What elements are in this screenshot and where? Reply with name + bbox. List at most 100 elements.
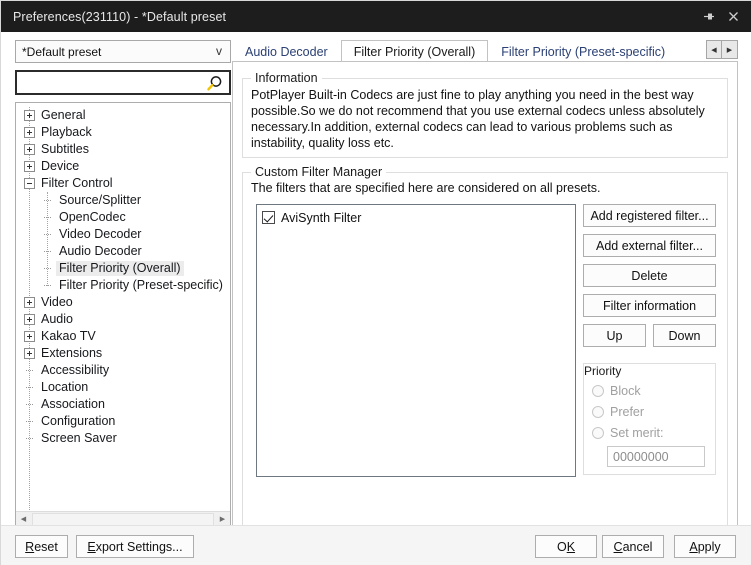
cancel-label-post: ancel (623, 540, 653, 554)
tree-item[interactable]: Audio (16, 311, 230, 328)
priority-option[interactable]: Prefer (592, 403, 715, 420)
window-client-area: *Default preset v GeneralPlaybackSubtitl… (1, 32, 751, 565)
filter-checkbox[interactable] (262, 211, 275, 224)
tree-item[interactable]: Accessibility (16, 362, 230, 379)
reset-label-post: eset (34, 540, 58, 554)
tree-item[interactable]: Filter Control (16, 175, 230, 192)
export-label-post: xport Settings... (96, 540, 183, 554)
set-merit-input[interactable]: 00000000 (607, 446, 705, 467)
tree-item[interactable]: Configuration (16, 413, 230, 430)
search-box[interactable] (15, 70, 231, 95)
priority-option-label: Set merit: (610, 426, 664, 440)
tree-branch-icon (24, 433, 35, 444)
priority-option-label: Prefer (610, 405, 644, 419)
close-icon[interactable] (721, 1, 746, 32)
export-settings-button[interactable]: Export Settings... (76, 535, 194, 558)
tab-scroll-left-icon[interactable]: ◀ (706, 40, 722, 59)
expand-icon[interactable] (24, 144, 35, 155)
tree-item-label: Audio Decoder (56, 244, 145, 259)
tree-item[interactable]: Device (16, 158, 230, 175)
window-title: Preferences(231110) - *Default preset (13, 10, 226, 24)
tab-label: Audio Decoder (245, 45, 328, 59)
expand-icon[interactable] (24, 127, 35, 138)
priority-option[interactable]: Set merit: (592, 424, 715, 441)
chevron-down-icon: v (216, 44, 222, 58)
tree-item[interactable]: Location (16, 379, 230, 396)
tree-item-label: Video (38, 295, 76, 310)
tab-panel: Information PotPlayer Built-in Codecs ar… (232, 61, 738, 542)
radio-icon[interactable] (592, 385, 604, 397)
tree-item[interactable]: Subtitles (16, 141, 230, 158)
tree-item-label: Filter Priority (Preset-specific) (56, 278, 226, 293)
tree-item[interactable]: Video (16, 294, 230, 311)
tree-item-label: Audio (38, 312, 76, 327)
tab-audio-decoder[interactable]: Audio Decoder (232, 41, 341, 62)
collapse-icon[interactable] (24, 178, 35, 189)
preset-dropdown-value: *Default preset (22, 45, 101, 59)
search-input[interactable] (21, 72, 206, 93)
information-group-legend: Information (251, 71, 322, 85)
tree-item[interactable]: Association (16, 396, 230, 413)
apply-label-acc: A (689, 540, 697, 554)
tab-scroll-right-icon[interactable]: ▶ (722, 40, 738, 59)
tree-item[interactable]: General (16, 107, 230, 124)
tree-item-label: Extensions (38, 346, 105, 361)
move-buttons: Up Down (583, 324, 716, 347)
expand-icon[interactable] (24, 161, 35, 172)
preset-dropdown[interactable]: *Default preset v (15, 40, 231, 63)
tree-guide-line-sub (47, 192, 48, 286)
pin-icon[interactable] (696, 1, 721, 32)
radio-icon[interactable] (592, 427, 604, 439)
move-up-button[interactable]: Up (583, 324, 646, 347)
ok-button[interactable]: OK (535, 535, 597, 558)
tree-item[interactable]: Kakao TV (16, 328, 230, 345)
radio-icon[interactable] (592, 406, 604, 418)
filter-information-button[interactable]: Filter information (583, 294, 716, 317)
filter-list[interactable]: AviSynth Filter (256, 204, 576, 477)
information-text: PotPlayer Built-in Codecs are just fine … (251, 87, 719, 151)
ok-label-acc: K (567, 540, 575, 554)
priority-option[interactable]: Block (592, 382, 715, 399)
add-registered-filter-button[interactable]: Add registered filter... (583, 204, 716, 227)
tree-item[interactable]: Screen Saver (16, 430, 230, 447)
tree-item[interactable]: Filter Priority (Overall) (16, 260, 230, 277)
tree-horizontal-scrollbar[interactable]: ◀ ▶ (16, 511, 230, 526)
content-pane: Audio DecoderFilter Priority (Overall)Fi… (232, 40, 738, 542)
scrollbar-thumb[interactable] (32, 513, 214, 526)
tree-item[interactable]: Playback (16, 124, 230, 141)
tab-filter-priority-overall[interactable]: Filter Priority (Overall) (341, 40, 489, 62)
tree-item[interactable]: OpenCodec (16, 209, 230, 226)
apply-button[interactable]: Apply (674, 535, 736, 558)
search-icon (205, 75, 223, 96)
expand-icon[interactable] (24, 314, 35, 325)
tab-filter-priority-preset-specific[interactable]: Filter Priority (Preset-specific) (488, 41, 678, 62)
add-external-filter-button[interactable]: Add external filter... (583, 234, 716, 257)
export-label-acc: E (87, 540, 95, 554)
set-merit-value: 00000000 (613, 450, 669, 464)
priority-group: Priority BlockPreferSet merit: 00000000 (583, 363, 716, 475)
reset-button[interactable]: Reset (15, 535, 68, 558)
tree-item[interactable]: Source/Splitter (16, 192, 230, 209)
move-down-button[interactable]: Down (653, 324, 716, 347)
window-controls (696, 1, 751, 32)
filter-list-item[interactable]: AviSynth Filter (257, 208, 575, 227)
tree-item[interactable]: Video Decoder (16, 226, 230, 243)
reset-label-acc: R (25, 540, 34, 554)
tree-item[interactable]: Extensions (16, 345, 230, 362)
expand-icon[interactable] (24, 297, 35, 308)
tree-item[interactable]: Filter Priority (Preset-specific) (16, 277, 230, 294)
priority-option-label: Block (610, 384, 641, 398)
tree-item-label: Association (38, 397, 108, 412)
tree-branch-icon (24, 382, 35, 393)
tree-item[interactable]: Audio Decoder (16, 243, 230, 260)
cancel-button[interactable]: Cancel (602, 535, 664, 558)
tree-branch-icon (24, 365, 35, 376)
settings-tree[interactable]: GeneralPlaybackSubtitlesDeviceFilter Con… (15, 102, 231, 527)
expand-icon[interactable] (24, 331, 35, 342)
information-line-2: possible.So we do not recommend that you… (251, 103, 719, 119)
expand-icon[interactable] (24, 110, 35, 121)
delete-filter-button[interactable]: Delete (583, 264, 716, 287)
tree-item-label: General (38, 108, 88, 123)
expand-icon[interactable] (24, 348, 35, 359)
tree-item-label: Device (38, 159, 82, 174)
